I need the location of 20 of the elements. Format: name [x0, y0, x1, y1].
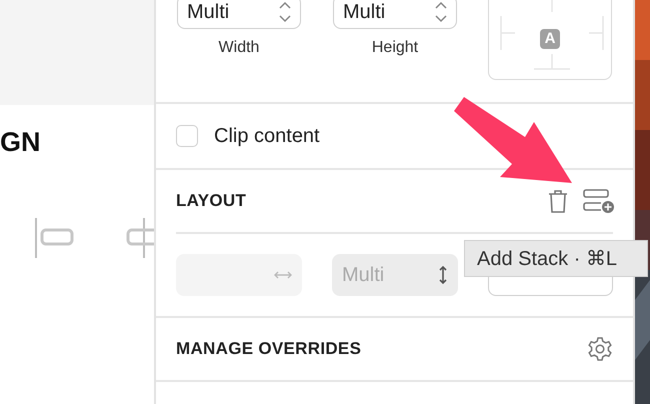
stepper-icon[interactable]	[279, 0, 291, 24]
add-stack-icon[interactable]	[583, 188, 615, 214]
align-center-icon[interactable]	[126, 216, 154, 260]
anchor-badge: A	[540, 28, 560, 48]
checkbox[interactable]	[176, 125, 198, 147]
vertical-arrow-icon	[438, 265, 448, 285]
checkbox-label: Clip content	[214, 124, 320, 148]
section-heading: GN	[0, 127, 40, 158]
tooltip: Add Stack · ⌘L	[464, 240, 648, 277]
align-left-icon[interactable]	[34, 216, 74, 260]
dimension-field[interactable]: Multi	[333, 0, 457, 29]
horizontal-arrow-icon	[274, 270, 292, 280]
dimension-field[interactable]: Multi	[177, 0, 301, 29]
settings-icon[interactable]	[587, 336, 613, 362]
section-title: LAYOUT	[176, 191, 246, 211]
section-title: MANAGE OVERRIDES	[176, 339, 362, 359]
field-label: Width	[218, 39, 260, 57]
field-label: Height	[372, 39, 418, 57]
trash-icon[interactable]	[547, 188, 569, 214]
stepper-icon[interactable]	[435, 0, 447, 24]
